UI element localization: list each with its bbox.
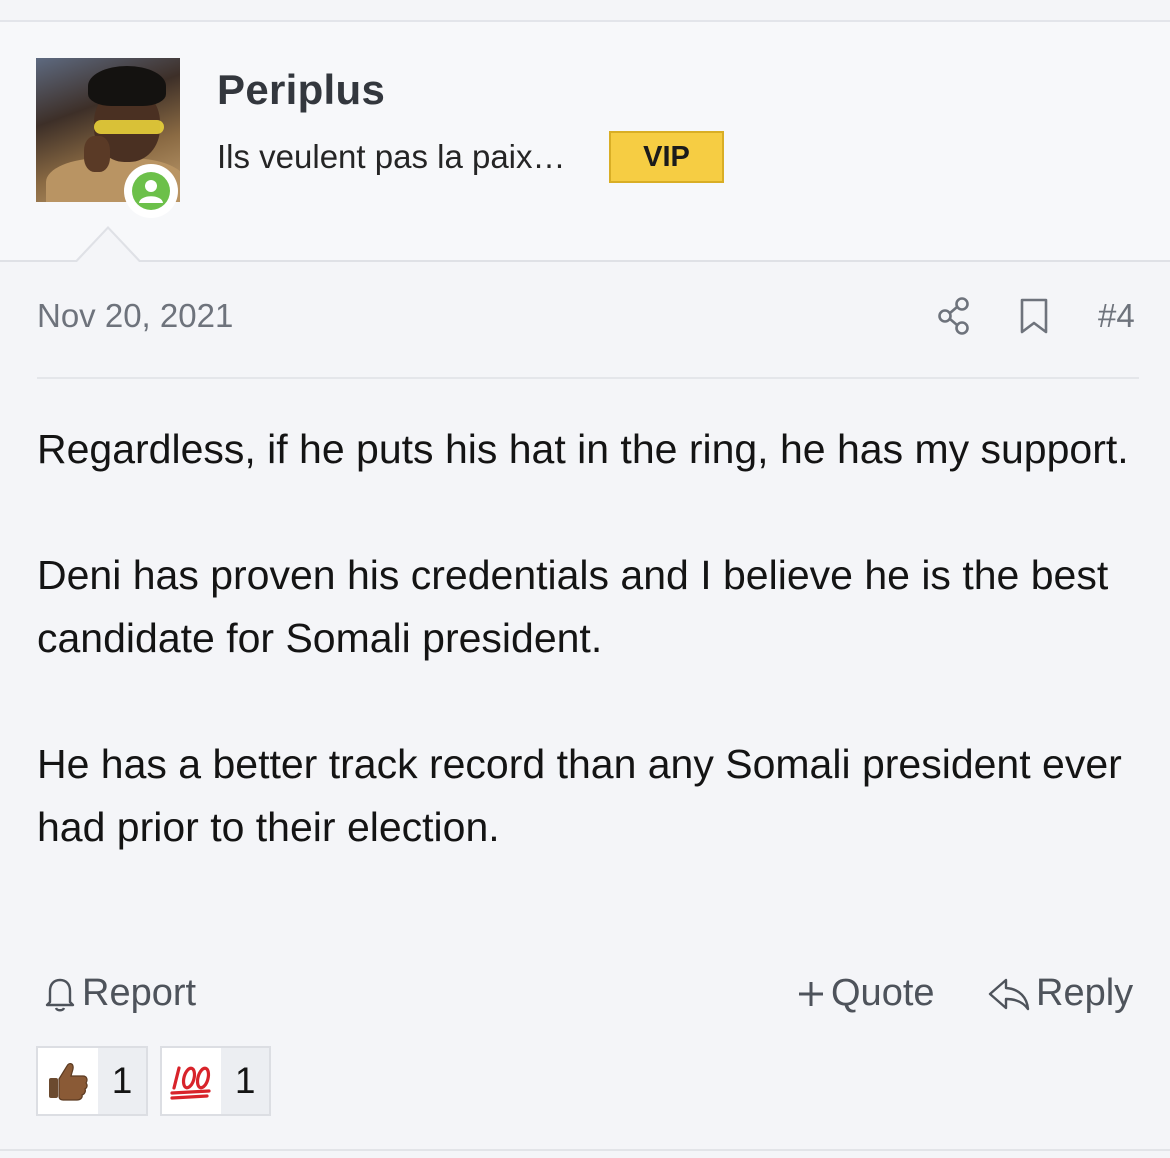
bell-icon: [45, 978, 75, 1011]
vip-badge: VIP: [609, 131, 724, 183]
reaction-thumbs-up[interactable]: 1: [36, 1046, 148, 1116]
reaction-count: 1: [221, 1048, 269, 1114]
reply-icon: [988, 978, 1030, 1010]
post-paragraph: He has a better track record than any So…: [37, 741, 1122, 850]
divider: [37, 377, 1139, 379]
post-paragraph: Deni has proven his credentials and I be…: [37, 552, 1109, 661]
report-label: Report: [82, 972, 197, 1014]
post-paragraph: Regardless, if he puts his hat in the ri…: [37, 426, 1129, 472]
user-title: Ils veulent pas la paix…: [217, 138, 566, 175]
thumbs-up-icon: [49, 1063, 88, 1101]
share-icon[interactable]: [936, 296, 972, 341]
top-strip: [0, 0, 1170, 22]
hundred-points-icon: [170, 1066, 211, 1100]
report-button[interactable]: Report: [42, 972, 196, 1015]
post-body: Regardless, if he puts his hat in the ri…: [37, 418, 1147, 922]
bookmark-icon[interactable]: [1018, 296, 1050, 341]
post-number-link[interactable]: #4: [1098, 297, 1135, 335]
reaction-hundred[interactable]: 1: [160, 1046, 271, 1116]
online-status-icon: [124, 164, 178, 218]
bottom-divider: [0, 1149, 1170, 1151]
quote-button[interactable]: Quote: [795, 972, 935, 1015]
quote-label: Quote: [831, 972, 935, 1014]
post-date-link[interactable]: Nov 20, 2021: [37, 297, 233, 335]
reply-label: Reply: [1036, 972, 1134, 1014]
user-header: Periplus Ils veulent pas la paix… VIP: [0, 22, 1170, 262]
plus-icon: [799, 981, 823, 1006]
username-link[interactable]: Periplus: [217, 66, 385, 114]
reaction-count: 1: [98, 1048, 146, 1114]
reply-button[interactable]: Reply: [986, 972, 1133, 1015]
